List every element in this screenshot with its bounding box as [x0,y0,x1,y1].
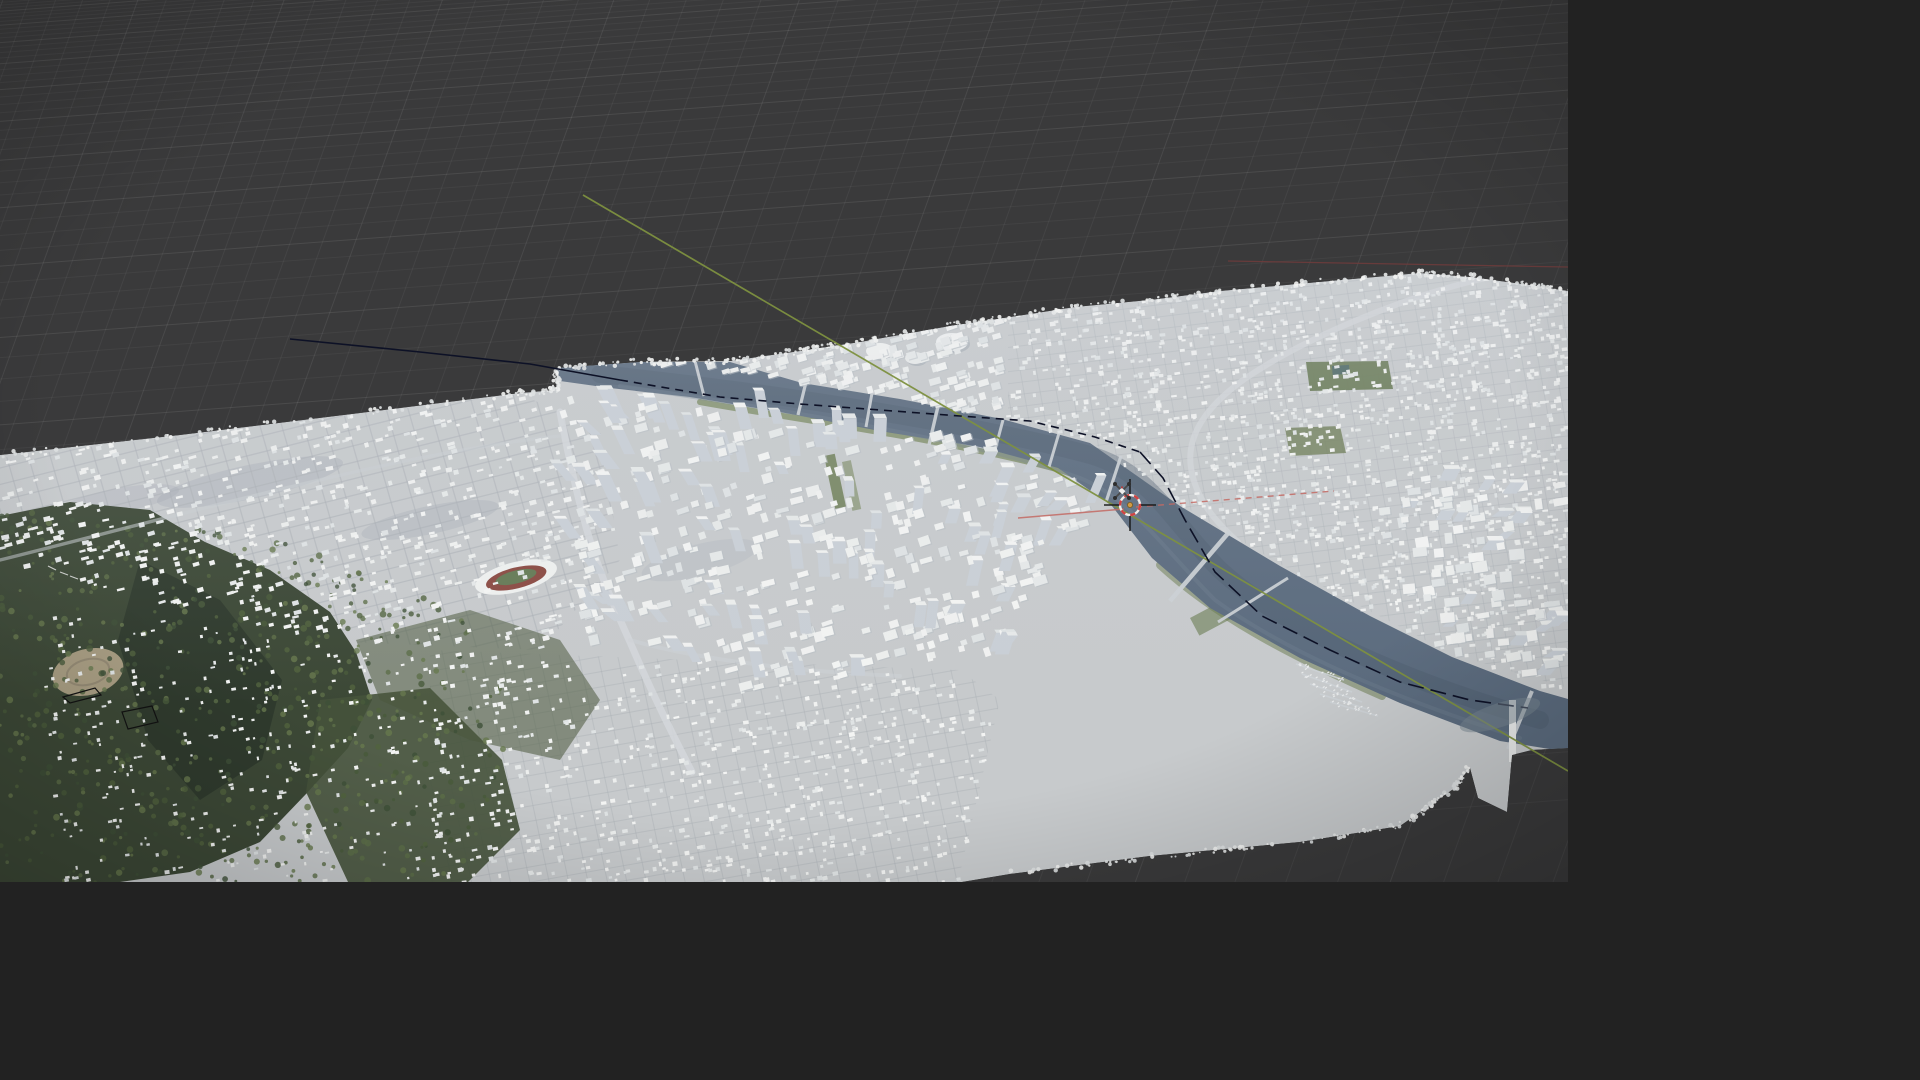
viewport-canvas[interactable] [0,0,1568,882]
blender-3d-viewport[interactable] [0,0,1568,882]
